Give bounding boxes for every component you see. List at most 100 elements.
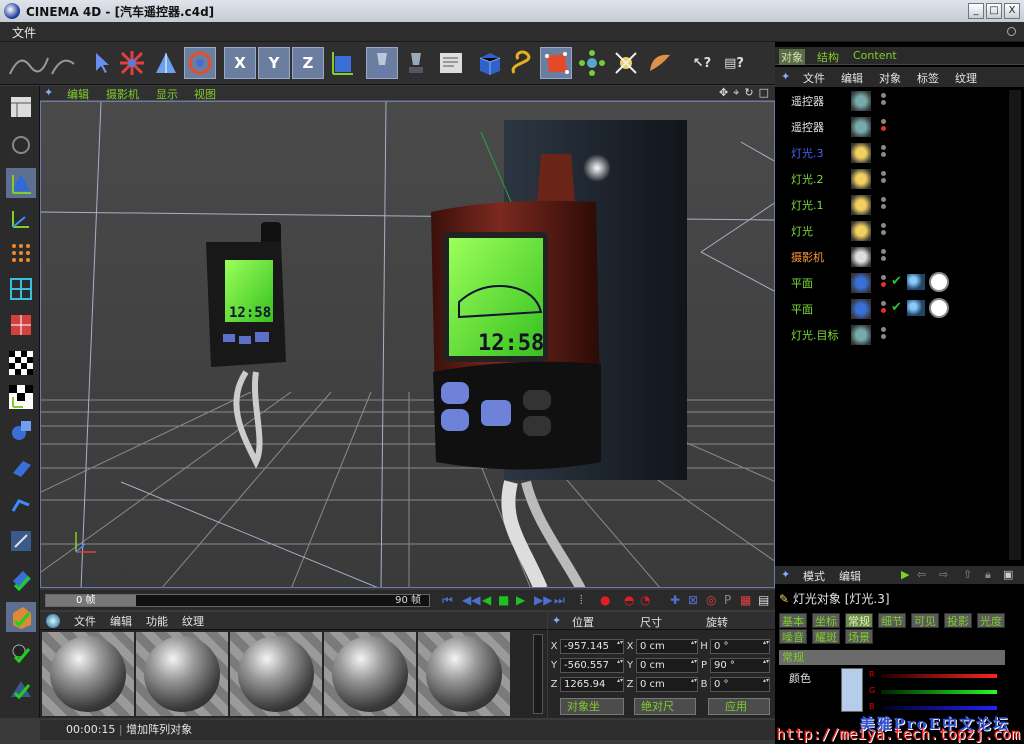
viewport-menu-view[interactable]: 视图 xyxy=(194,86,216,102)
help-icon[interactable]: ▤? xyxy=(718,47,750,79)
material-scrollbar[interactable] xyxy=(533,634,543,714)
object-name[interactable]: 遥控器 xyxy=(791,93,824,109)
time-slider-current[interactable]: 0 帧 xyxy=(46,595,136,606)
array-icon[interactable] xyxy=(576,47,608,79)
menu-file[interactable]: 文件 xyxy=(12,24,36,41)
3d-viewport[interactable]: 12:58 12:58 xyxy=(40,101,775,588)
autokey-icon[interactable]: ◓ xyxy=(624,593,634,607)
snap-icon[interactable] xyxy=(6,638,36,668)
maximize-button[interactable]: □ xyxy=(986,3,1002,19)
size-x-field[interactable]: 0 cm xyxy=(636,638,698,654)
workplane-icon[interactable] xyxy=(6,674,36,704)
prev-frame-icon[interactable]: ◀◀ xyxy=(462,593,480,607)
polygons-mode-icon[interactable] xyxy=(6,310,36,340)
object-tree-row[interactable]: 遥控器 xyxy=(777,90,1006,111)
model-tool-icon[interactable] xyxy=(6,168,36,198)
scale-key-icon[interactable]: ⊠ xyxy=(688,593,698,607)
texture-axis-icon[interactable] xyxy=(6,382,36,412)
bone-tool-icon[interactable] xyxy=(6,488,36,518)
object-name[interactable]: 灯光.目标 xyxy=(791,327,839,343)
object-tree-row[interactable]: 灯光.目标 xyxy=(777,324,1006,345)
nav-back-icon[interactable]: ⇦ xyxy=(917,568,926,581)
tab-content[interactable]: Content xyxy=(853,49,897,62)
param-key-icon[interactable]: P xyxy=(724,593,731,607)
rotate-icon[interactable] xyxy=(184,47,216,79)
visibility-dots[interactable] xyxy=(881,275,887,289)
position-z-field[interactable]: 1265.94 xyxy=(560,676,624,692)
attr-tab[interactable]: 可见 xyxy=(911,613,939,628)
blue-slider[interactable] xyxy=(881,706,997,710)
tab-objects[interactable]: 对象 xyxy=(779,49,805,65)
spline-pen-icon[interactable] xyxy=(8,48,80,78)
attr-tab[interactable]: 常规 xyxy=(845,613,873,628)
visibility-dots[interactable] xyxy=(881,197,887,211)
z-axis-lock-icon[interactable]: Z xyxy=(292,47,324,79)
object-name[interactable]: 平面 xyxy=(791,301,813,317)
render-settings-icon[interactable] xyxy=(436,47,468,79)
color-swatch[interactable] xyxy=(841,668,863,712)
visibility-dots[interactable] xyxy=(881,119,887,133)
attr-tab[interactable]: 噪音 xyxy=(779,629,807,644)
next-frame-icon[interactable]: ▶▶ xyxy=(534,593,552,607)
texture-mode-icon[interactable] xyxy=(6,602,36,632)
section-general[interactable]: 常规 xyxy=(779,650,1005,665)
object-tree-row[interactable]: 灯光.2 xyxy=(777,168,1006,189)
y-axis-lock-icon[interactable]: Y xyxy=(258,47,290,79)
nav-up-icon[interactable]: ⇧ xyxy=(963,568,972,581)
play-reverse-icon[interactable]: ◀ xyxy=(482,593,491,607)
attr-tab[interactable]: 细节 xyxy=(878,613,906,628)
material-menu-file[interactable]: 文件 xyxy=(74,613,96,629)
size-mode-dropdown[interactable]: 绝对尺 xyxy=(634,698,696,715)
stop-icon[interactable]: ■ xyxy=(498,593,509,607)
viewport-menu-edit[interactable]: 编辑 xyxy=(67,86,89,102)
orbit-icon[interactable]: ↻ xyxy=(744,86,753,100)
visibility-dots[interactable] xyxy=(881,301,887,315)
nav-play-icon[interactable]: ▶ xyxy=(901,568,909,581)
layout-icon[interactable] xyxy=(6,92,36,122)
nav-forward-icon[interactable]: ⇨ xyxy=(939,568,948,581)
animation-mode-icon[interactable] xyxy=(6,452,36,482)
checker-uv-icon[interactable] xyxy=(6,348,36,378)
material-swatch[interactable] xyxy=(418,632,510,716)
viewport-menu-icon[interactable]: ✦ xyxy=(44,86,53,99)
object-tree-row[interactable]: 遥控器 xyxy=(777,116,1006,137)
object-coordinates-dropdown[interactable]: 对象坐 xyxy=(560,698,624,715)
texture-tag-icon[interactable] xyxy=(907,300,925,316)
object-name[interactable]: 摄影机 xyxy=(791,249,824,265)
object-mode-icon[interactable] xyxy=(6,130,36,160)
material-menu-function[interactable]: 功能 xyxy=(146,613,168,629)
am-menu-edit[interactable]: 编辑 xyxy=(839,568,861,584)
keyframe-icon[interactable]: ◔ xyxy=(640,593,650,607)
attr-tab[interactable]: 场景 xyxy=(845,629,873,644)
size-z-field[interactable]: 0 cm xyxy=(636,676,698,692)
rotation-key-icon[interactable]: ◎ xyxy=(706,593,716,607)
enable-axis-icon[interactable] xyxy=(6,566,36,596)
attr-tab[interactable]: 投影 xyxy=(944,613,972,628)
object-name[interactable]: 灯光.1 xyxy=(791,197,824,213)
enabled-check-icon[interactable]: ✔ xyxy=(891,274,902,289)
material-tag-icon[interactable] xyxy=(929,298,949,318)
minimize-button[interactable]: _ xyxy=(968,3,984,19)
material-swatch[interactable] xyxy=(42,632,134,716)
rotation-b-field[interactable]: 0 ° xyxy=(710,676,770,692)
object-name[interactable]: 灯光.2 xyxy=(791,171,824,187)
goto-start-icon[interactable]: ⏮ xyxy=(442,593,453,607)
om-menu-texture[interactable]: 纹理 xyxy=(955,70,977,86)
object-name[interactable]: 灯光 xyxy=(791,223,813,239)
green-slider[interactable] xyxy=(881,690,997,694)
rotation-p-field[interactable]: 90 ° xyxy=(710,657,770,673)
visibility-dots[interactable] xyxy=(881,171,887,185)
coordinate-system-icon[interactable] xyxy=(326,47,358,79)
render-view-icon[interactable] xyxy=(366,47,398,79)
material-tag-icon[interactable] xyxy=(929,272,949,292)
nurbs-icon[interactable] xyxy=(540,47,572,79)
object-tree-row[interactable]: 平面 ✔ xyxy=(777,298,1006,319)
attr-tab[interactable]: 耀斑 xyxy=(812,629,840,644)
rotation-h-field[interactable]: 0 ° xyxy=(710,638,770,654)
object-axis-icon[interactable] xyxy=(6,416,36,446)
position-y-field[interactable]: -560.557 xyxy=(560,657,624,673)
object-tree-row[interactable]: 灯光 xyxy=(777,220,1006,241)
material-swatch[interactable] xyxy=(324,632,416,716)
enabled-check-icon[interactable]: ✔ xyxy=(891,300,902,315)
render-picture-icon[interactable] xyxy=(400,47,432,79)
